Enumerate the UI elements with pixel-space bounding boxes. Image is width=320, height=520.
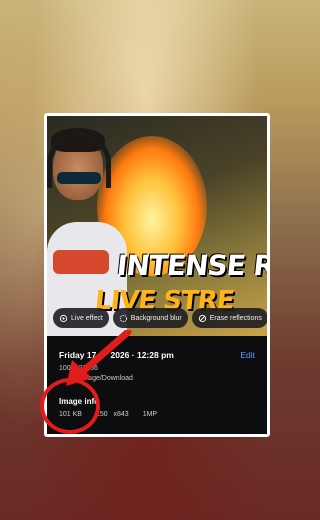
thumbnail-title-line1: INTENSE R bbox=[115, 249, 267, 282]
background-blur-icon bbox=[119, 314, 127, 322]
edit-button[interactable]: Edit bbox=[240, 350, 255, 360]
live-effect-label: Live effect bbox=[71, 314, 103, 322]
annotation-circle bbox=[40, 378, 100, 434]
phone-graphic bbox=[53, 250, 109, 274]
background-blur-chip[interactable]: Background blur bbox=[112, 308, 188, 328]
background-blur-label: Background blur bbox=[130, 314, 182, 322]
erase-reflections-icon bbox=[198, 314, 206, 322]
live-effect-icon bbox=[59, 314, 68, 322]
resolution: 150 x843 bbox=[96, 411, 129, 418]
sunglasses-graphic bbox=[57, 172, 101, 184]
live-effect-chip[interactable]: Live effect bbox=[53, 308, 109, 328]
photo-thumbnail[interactable]: INTENSE R LIVE STRE Live effect Backgrou… bbox=[47, 116, 267, 336]
erase-reflections-chip[interactable]: Erase reflections bbox=[191, 308, 267, 328]
megapixels: 1MP bbox=[142, 411, 158, 418]
edit-suggestion-chips: Live effect Background blur Erase reflec… bbox=[53, 308, 267, 330]
resolution-height: x843 bbox=[113, 411, 129, 418]
erase-reflections-label: Erase reflections bbox=[209, 314, 262, 322]
